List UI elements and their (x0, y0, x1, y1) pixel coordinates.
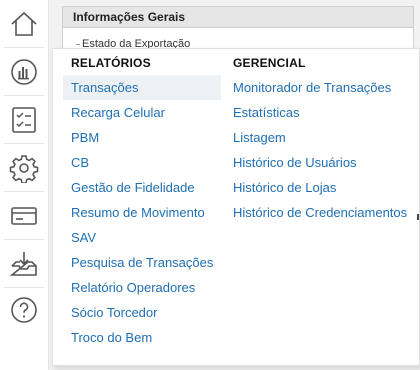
menu-item[interactable]: Histórico de Lojas (225, 175, 415, 200)
menu-heading-relatorios: RELATÓRIOS (71, 56, 151, 70)
panel-header: Informações Gerais (62, 6, 414, 28)
rail-item-inbox[interactable] (0, 240, 48, 287)
help-icon (11, 296, 37, 323)
reports-dropdown-menu: RELATÓRIOS Transações Recarga Celular PBM C… (52, 48, 420, 366)
menu-item[interactable]: Monitorador de Transações (225, 75, 415, 100)
rail-item-help[interactable] (0, 286, 48, 333)
menu-item[interactable]: SAV (63, 225, 221, 250)
home-icon (11, 11, 37, 36)
sidebar-rail (0, 0, 49, 370)
rail-item-reports[interactable] (0, 48, 48, 95)
reports-chart-icon (11, 58, 37, 85)
menu-heading-gerencial: GERENCIAL (233, 56, 306, 70)
fieldset-border (76, 44, 80, 45)
menu-item[interactable]: CB (63, 150, 221, 175)
menu-item[interactable]: Resumo de Movimento (63, 200, 221, 225)
menu-item[interactable]: Estatísticas (225, 100, 415, 125)
menu-item[interactable]: Recarga Celular (63, 100, 221, 125)
menu-list-relatorios: Transações Recarga Celular PBM CB Gestão de … (63, 75, 221, 350)
menu-item[interactable]: Transações (63, 75, 221, 100)
checklist-icon (12, 106, 36, 133)
gear-icon (9, 154, 39, 183)
card-icon (11, 206, 37, 225)
menu-item[interactable]: Relatório Operadores (63, 275, 221, 300)
menu-item[interactable]: Sócio Torcedor (63, 300, 221, 325)
menu-item[interactable]: Histórico de Credenciamentos (225, 200, 415, 225)
menu-item[interactable]: PBM (63, 125, 221, 150)
menu-item[interactable]: Histórico de Usuários (225, 150, 415, 175)
menu-item[interactable]: Gestão de Fidelidade (63, 175, 221, 200)
menu-item[interactable]: Pesquisa de Transações (63, 250, 221, 275)
rail-item-settings[interactable] (0, 144, 48, 191)
rail-item-cards[interactable] (0, 192, 48, 239)
inbox-download-icon (9, 251, 37, 276)
menu-item[interactable]: Listagem (225, 125, 415, 150)
rail-item-checklist[interactable] (0, 96, 48, 143)
menu-item[interactable]: Troco do Bem (63, 325, 221, 350)
scroll-edge-marker (417, 214, 419, 220)
menu-list-gerencial: Monitorador de Transações Estatísticas Lis… (225, 75, 415, 225)
rail-item-home[interactable] (0, 0, 48, 47)
